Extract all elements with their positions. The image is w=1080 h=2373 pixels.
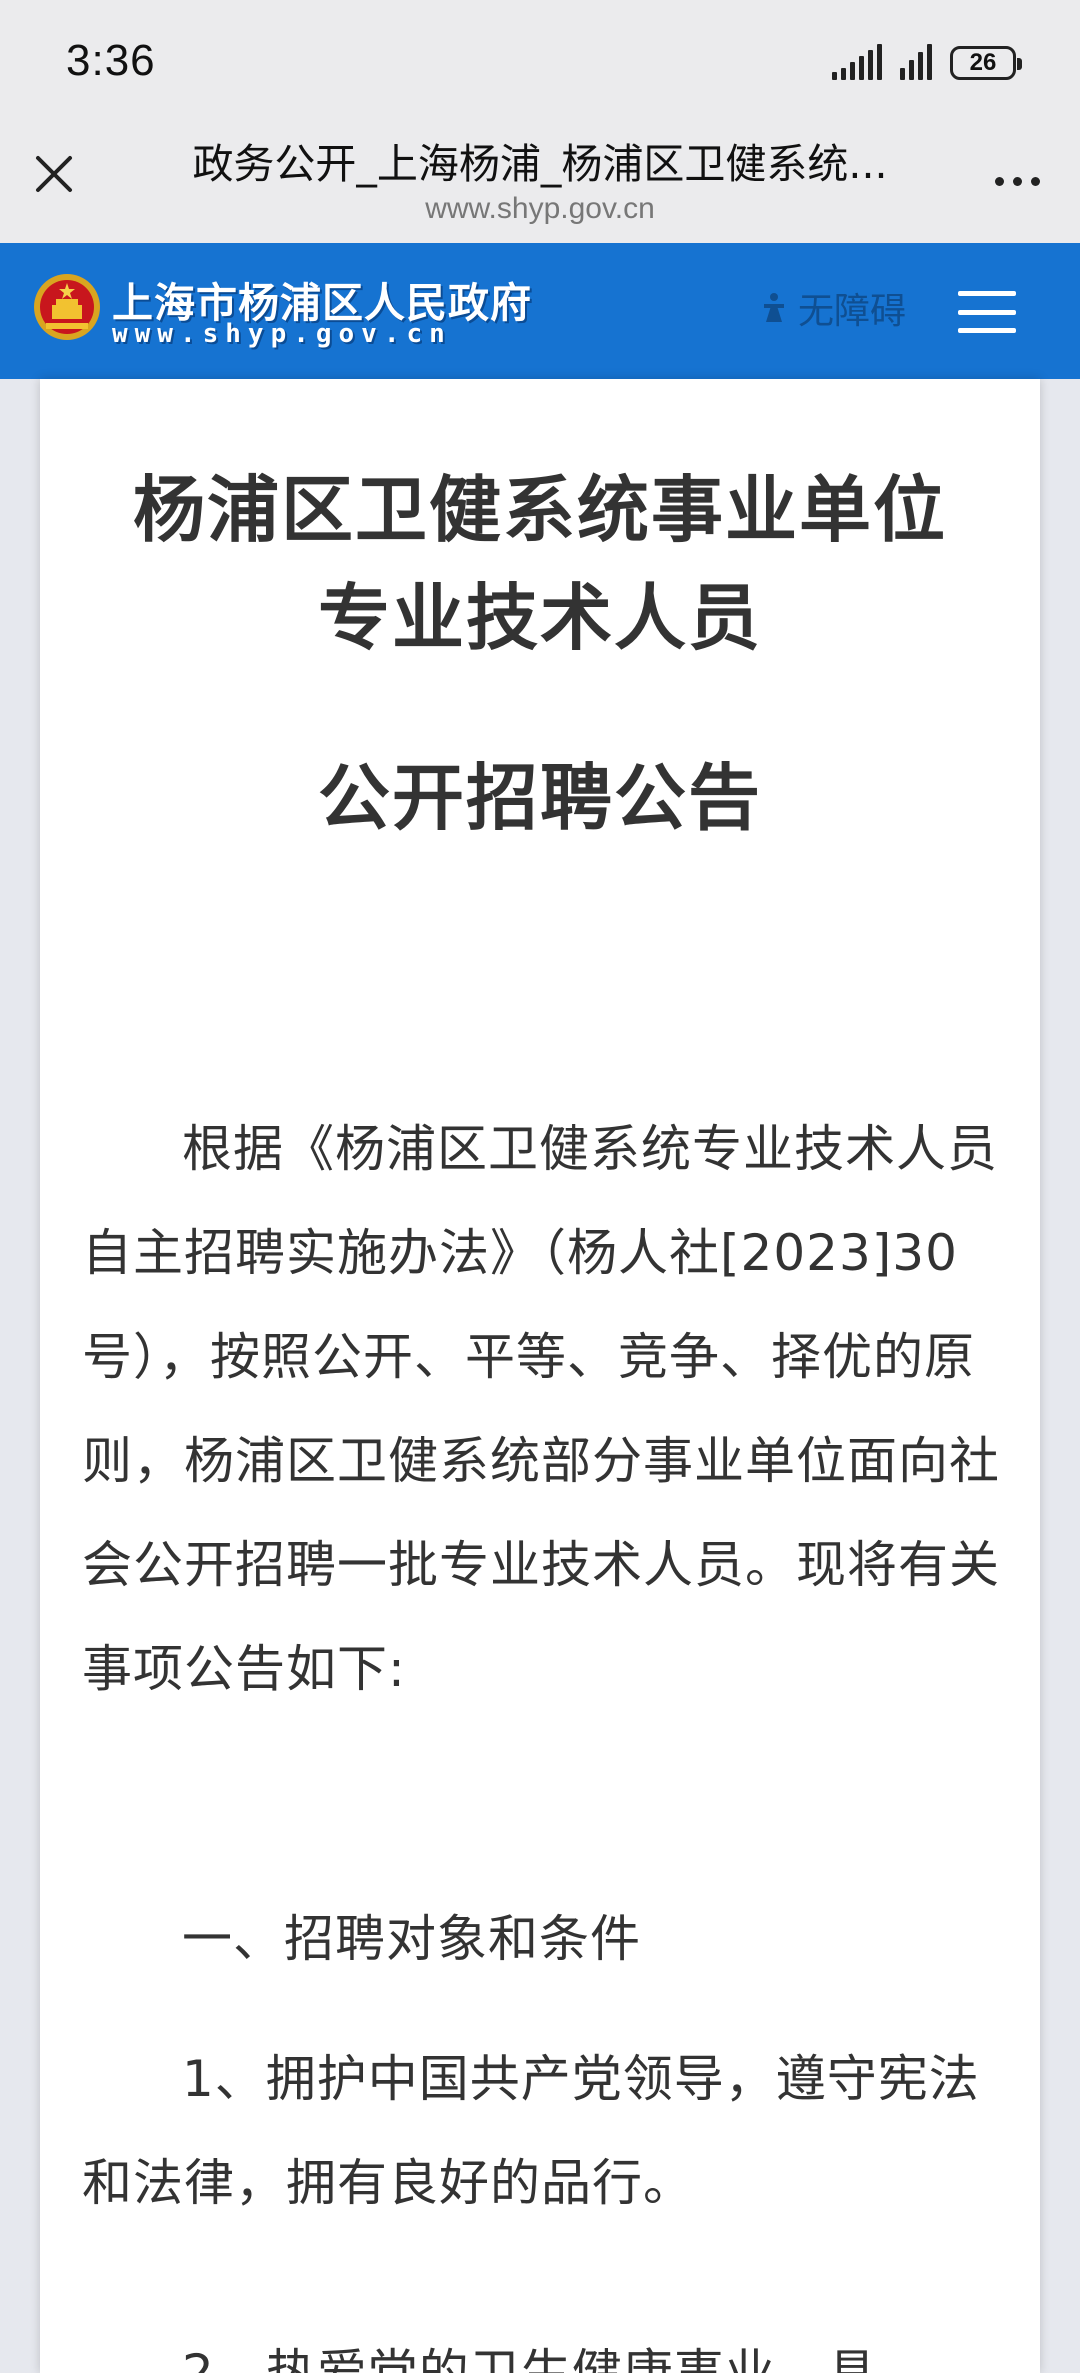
condition-item-1: 1、拥护中国共产党领导，遵守宪法和法律，拥有良好的品行。 <box>82 2050 980 2212</box>
article-title-line-2: 专业技术人员 <box>317 576 762 660</box>
section-heading: 一、招聘对象和条件 <box>182 1910 641 1968</box>
battery-level: 26 <box>969 49 997 76</box>
accessibility-label: 无障碍 <box>798 291 907 332</box>
signal-icon <box>832 44 882 80</box>
dot <box>1012 176 1022 186</box>
national-emblem-logo[interactable] <box>32 271 102 343</box>
site-url: www.shyp.gov.cn <box>112 319 452 349</box>
intro-paragraph: 根据《杨浦区卫健系统专业技术人员自主招聘实施办法》（杨人社[2023]30号），… <box>82 1120 1000 1698</box>
status-icons: 26 <box>832 40 1022 80</box>
dot <box>994 176 1004 186</box>
browser-toolbar: 政务公开_上海杨浦_杨浦区卫健系统... www.shyp.gov.cn <box>0 110 1080 243</box>
signal-icon-secondary <box>900 44 932 80</box>
close-button[interactable] <box>28 148 80 200</box>
menu-icon-bar <box>958 291 1016 296</box>
condition-item-2: 2、热爱党的卫生健康事业，具 <box>182 2344 878 2373</box>
close-icon <box>36 156 72 192</box>
article-title-line-1: 杨浦区卫健系统事业单位 <box>132 468 947 552</box>
site-header: 上海市杨浦区人民政府 www.shyp.gov.cn 无障碍 <box>0 243 1080 379</box>
accessibility-button[interactable]: 无障碍 <box>760 283 906 333</box>
more-options-button[interactable] <box>982 166 1052 196</box>
menu-icon-bar <box>958 328 1016 333</box>
page-url: www.shyp.gov.cn <box>425 192 655 225</box>
status-bar: 3:36 26 <box>0 0 1080 110</box>
battery-icon: 26 <box>950 46 1022 80</box>
accessibility-icon <box>764 293 784 322</box>
article-title-line-3: 公开招聘公告 <box>317 756 762 840</box>
dot <box>1030 176 1040 186</box>
article-card: 杨浦区卫健系统事业单位 专业技术人员 公开招聘公告 根据《杨浦区卫健系统专业技术… <box>40 379 1040 2373</box>
status-time: 3:36 <box>66 36 156 85</box>
menu-button[interactable] <box>958 291 1016 333</box>
menu-icon-bar <box>958 309 1016 315</box>
page-title: 政务公开_上海杨浦_杨浦区卫健系统... <box>192 140 888 188</box>
